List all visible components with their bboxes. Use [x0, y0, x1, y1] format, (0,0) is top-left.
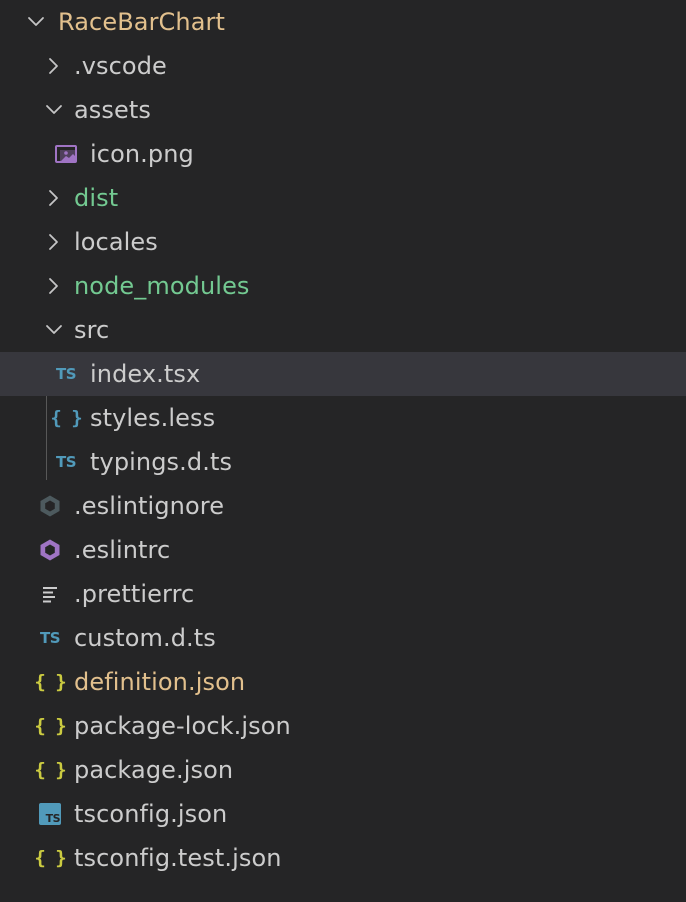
file-label-icon-png: icon.png: [90, 140, 194, 168]
tree-root-label: RaceBarChart: [58, 8, 226, 36]
tree-file-eslintrc[interactable]: .eslintrc: [0, 528, 686, 572]
file-label-typings-d-ts: typings.d.ts: [90, 448, 233, 476]
file-label-package-lock-json: package-lock.json: [74, 712, 291, 740]
tree-folder-dist[interactable]: dist: [0, 176, 686, 220]
file-label-styles-less: styles.less: [90, 404, 216, 432]
chevron-down-icon: [42, 98, 66, 122]
tree-file-index-tsx[interactable]: TS index.tsx: [0, 352, 686, 396]
file-label-package-json: package.json: [74, 756, 234, 784]
tree-file-tsconfig-test-json[interactable]: { } tsconfig.test.json: [0, 836, 686, 880]
folder-label-assets: assets: [74, 96, 151, 124]
chevron-right-icon: [42, 274, 66, 298]
file-label-tsconfig-test-json: tsconfig.test.json: [74, 844, 282, 872]
tree-file-custom-d-ts[interactable]: TS custom.d.ts: [0, 616, 686, 660]
file-label-custom-d-ts: custom.d.ts: [74, 624, 216, 652]
folder-label-node-modules: node_modules: [74, 272, 250, 300]
chevron-right-icon: [42, 186, 66, 210]
tree-folder-node-modules[interactable]: node_modules: [0, 264, 686, 308]
chevron-right-icon: [42, 54, 66, 78]
tree-file-tsconfig-json[interactable]: TS tsconfig.json: [0, 792, 686, 836]
tree-folder-assets[interactable]: assets: [0, 88, 686, 132]
file-label-eslintrc: .eslintrc: [74, 536, 171, 564]
tree-file-eslintignore[interactable]: .eslintignore: [0, 484, 686, 528]
tree-file-package-lock-json[interactable]: { } package-lock.json: [0, 704, 686, 748]
file-label-tsconfig-json: tsconfig.json: [74, 800, 228, 828]
folder-label-vscode: .vscode: [74, 52, 167, 80]
typescript-icon: TS: [39, 629, 61, 647]
chevron-down-icon: [42, 318, 66, 342]
chevron-right-icon: [42, 230, 66, 254]
chevron-down-icon: [24, 10, 48, 34]
tree-file-icon-png[interactable]: icon.png: [0, 132, 686, 176]
tree-file-prettierrc[interactable]: .prettierrc: [0, 572, 686, 616]
file-label-prettierrc: .prettierrc: [74, 580, 195, 608]
tree-folder-locales[interactable]: locales: [0, 220, 686, 264]
tree-folder-vscode[interactable]: .vscode: [0, 44, 686, 88]
file-explorer: RaceBarChart .vscode assets icon.png dist loc…: [0, 0, 686, 902]
json-braces-icon: { }: [34, 847, 66, 869]
lines-icon: [36, 572, 64, 616]
file-label-index-tsx: index.tsx: [90, 360, 201, 388]
json-braces-icon: { }: [34, 759, 66, 781]
tsconfig-icon: TS: [36, 792, 64, 836]
eslintignore-icon: [36, 484, 64, 528]
tree-file-package-json[interactable]: { } package.json: [0, 748, 686, 792]
tree-root-racebarchart[interactable]: RaceBarChart: [0, 0, 686, 44]
image-icon: [52, 132, 80, 176]
eslint-icon: [36, 528, 64, 572]
typescript-icon: TS: [55, 365, 77, 383]
typescript-icon: TS: [55, 453, 77, 471]
file-label-eslintignore: .eslintignore: [74, 492, 225, 520]
tree-file-definition-json[interactable]: { } definition.json: [0, 660, 686, 704]
less-braces-icon: { }: [50, 407, 82, 429]
folder-label-src: src: [74, 316, 110, 344]
tree-folder-src[interactable]: src: [0, 308, 686, 352]
file-label-definition-json: definition.json: [74, 668, 246, 696]
folder-label-locales: locales: [74, 228, 158, 256]
json-braces-icon: { }: [34, 715, 66, 737]
tree-file-typings-d-ts[interactable]: TS typings.d.ts: [0, 440, 686, 484]
folder-label-dist: dist: [74, 184, 119, 212]
tree-file-styles-less[interactable]: { } styles.less: [0, 396, 686, 440]
json-braces-icon: { }: [34, 671, 66, 693]
